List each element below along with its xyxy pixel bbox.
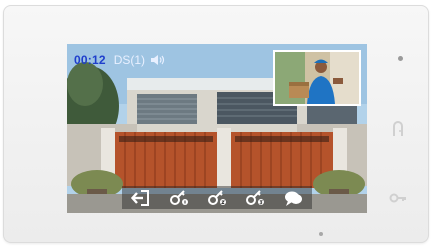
call-timer: 00:12: [74, 53, 106, 67]
status-row: 00:12 DS(1): [74, 52, 166, 68]
chat-button[interactable]: [280, 188, 306, 208]
unlock-2-icon: [208, 189, 226, 205]
visitor-thumbnail: [275, 52, 359, 104]
exit-button[interactable]: [128, 188, 154, 208]
sensor-dot: [398, 56, 403, 61]
video-screen: 00:12 DS(1): [67, 44, 367, 213]
key-icon[interactable]: [388, 188, 408, 208]
unlock-3-icon: [246, 189, 264, 205]
chat-icon: [285, 191, 302, 206]
door-icon[interactable]: [388, 120, 408, 140]
unlock-1-icon: [170, 189, 188, 205]
exit-icon: [131, 189, 149, 206]
call-toolbar: [122, 186, 312, 209]
indicator-dot: [319, 232, 323, 236]
speaker-icon: [151, 55, 165, 65]
unlock-3-button[interactable]: [242, 188, 268, 208]
unlock-2-button[interactable]: [204, 188, 230, 208]
unlock-1-button[interactable]: [166, 188, 192, 208]
door-station-label: DS(1): [113, 53, 146, 67]
picture-in-picture[interactable]: [273, 50, 361, 106]
